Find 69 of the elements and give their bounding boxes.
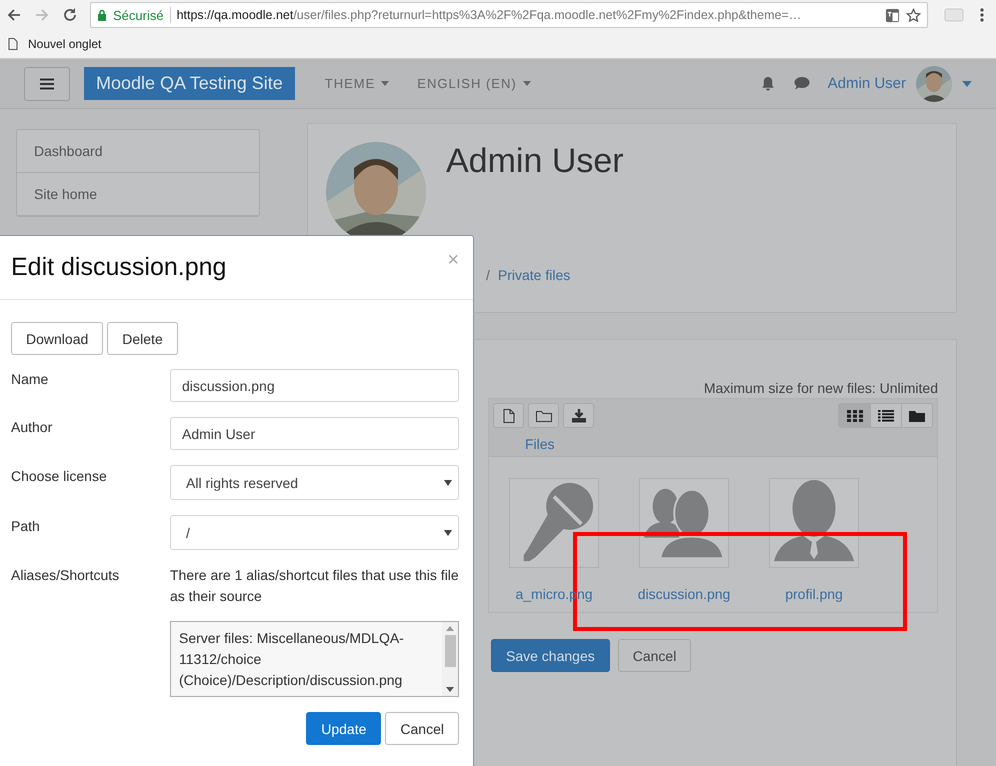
alias-info-text: There are 1 alias/shortcut files that use this file as their source <box>170 566 459 606</box>
page-icon <box>8 38 18 50</box>
sidebar-item[interactable]: Dashboard <box>17 130 259 173</box>
new-folder-button[interactable] <box>528 403 559 428</box>
translate-icon[interactable] <box>885 8 900 22</box>
menu-icon[interactable] <box>980 7 984 23</box>
breadcrumb-link[interactable]: Private files <box>498 267 570 283</box>
file-thumbnail[interactable] <box>509 478 599 568</box>
cancel-button[interactable]: Cancel <box>385 712 459 745</box>
select-field[interactable]: All rights reserved <box>170 465 459 500</box>
menu-icon <box>40 78 54 90</box>
reload-icon[interactable] <box>62 7 78 23</box>
view-toggle[interactable] <box>839 404 870 427</box>
save-button[interactable]: Save changes <box>491 639 610 672</box>
address-bar[interactable]: Sécurisé https://qa.moodle.net/user/files.php?returnurl=https%3A%2F%2Fqa.moodle.net%2Fmy%2Findex.php&theme=… <box>90 2 928 28</box>
input-field[interactable]: discussion.png <box>170 369 459 402</box>
caret-icon <box>522 81 531 86</box>
download-button[interactable] <box>563 403 594 428</box>
download-icon <box>570 408 586 422</box>
profile-name: Admin User <box>446 142 624 181</box>
url-text: https://qa.moodle.net/user/files.php?returnurl=https%3A%2F%2Fqa.moodle.net%2Fmy%2Findex.php&theme=… <box>176 8 802 22</box>
nav-menu[interactable]: ENGLISH (EN) <box>417 76 531 91</box>
back-icon[interactable] <box>6 7 22 23</box>
update-button[interactable]: Update <box>306 712 382 745</box>
dropdown-arrow-icon <box>444 480 452 486</box>
close-button[interactable]: × <box>447 249 459 272</box>
view-toggle[interactable] <box>901 404 932 427</box>
view-toggle[interactable] <box>870 404 901 427</box>
caret-icon[interactable] <box>962 80 972 86</box>
file-action-button[interactable]: Download <box>11 322 104 355</box>
star-icon[interactable] <box>906 8 921 22</box>
sidebar-item[interactable]: Site home <box>17 173 259 216</box>
bell-icon[interactable] <box>760 76 776 91</box>
chat-icon[interactable] <box>794 76 810 91</box>
file-thumbnail[interactable] <box>769 478 859 568</box>
field-label: Choose license <box>11 467 108 486</box>
cancel-button[interactable]: Cancel <box>618 639 692 672</box>
bookmark-item[interactable]: Nouvel onglet <box>8 37 102 51</box>
user-name[interactable]: Admin User <box>828 75 906 92</box>
add-file-button[interactable] <box>493 403 524 428</box>
file-thumbnail[interactable] <box>639 478 729 568</box>
field-label: Author <box>11 418 54 437</box>
lock-icon <box>97 9 107 21</box>
field-label: Path <box>11 517 41 536</box>
menu-button[interactable] <box>24 66 70 100</box>
breadcrumb-separator: / <box>486 267 490 283</box>
folder-icon <box>536 410 552 422</box>
file-name-link[interactable]: profil.png <box>785 586 843 602</box>
select-field[interactable]: / <box>170 515 459 550</box>
dialog-title: Edit discussion.png <box>11 253 226 282</box>
scrollbar[interactable] <box>442 622 458 696</box>
file-action-button[interactable]: Delete <box>107 322 178 355</box>
scroll-down-icon[interactable] <box>446 687 454 692</box>
dropdown-arrow-icon <box>444 530 452 536</box>
file-icon <box>502 408 514 422</box>
folder-icon <box>909 410 925 422</box>
caret-icon <box>381 81 390 86</box>
field-label: Aliases/Shortcuts <box>11 566 120 585</box>
grid-icon <box>846 410 862 422</box>
secure-label: Sécurisé <box>113 8 164 22</box>
field-label: Name <box>11 370 50 389</box>
bookmark-label: Nouvel onglet <box>28 37 102 51</box>
list-icon <box>878 410 894 422</box>
file-name-link[interactable]: discussion.png <box>638 586 730 602</box>
max-size-text: Maximum size for new files: Unlimited <box>702 380 938 396</box>
site-name[interactable]: Moodle QA Testing Site <box>84 67 295 100</box>
input-field[interactable]: Admin User <box>170 417 459 450</box>
nav-menu[interactable]: THEME <box>324 76 390 91</box>
alias-list-box: Server files: Miscellaneous/MDLQA-11312/choice (Choice)/Description/discussion.png <box>170 621 459 697</box>
